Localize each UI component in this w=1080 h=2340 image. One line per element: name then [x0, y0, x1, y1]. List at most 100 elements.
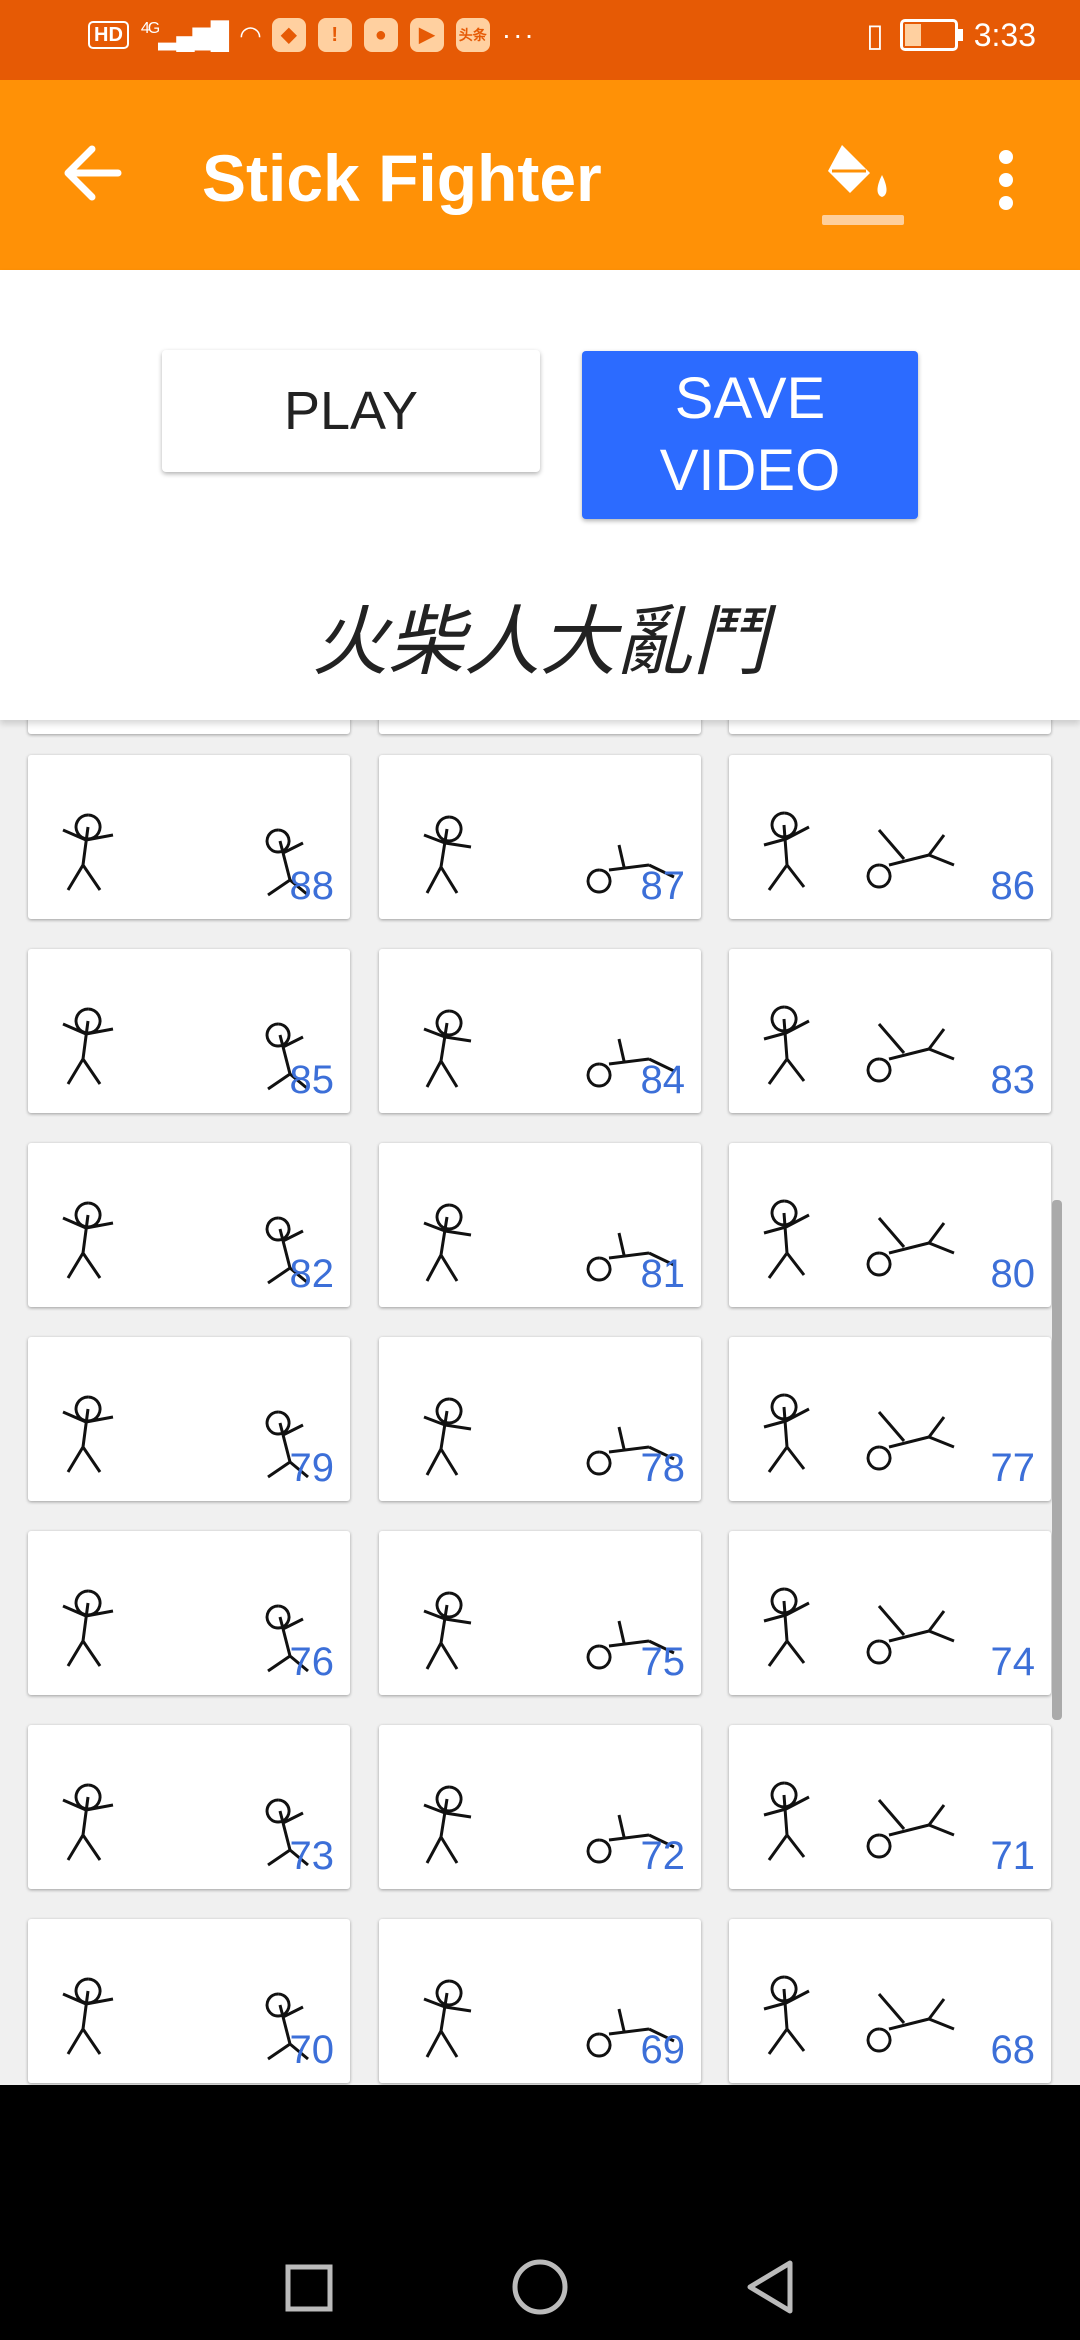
- frame-thumbnail[interactable]: 88: [28, 755, 350, 919]
- frame-number: 81: [640, 1252, 686, 1296]
- app-title: Stick Fighter: [202, 141, 602, 215]
- movie-title[interactable]: 火柴人大亂鬥: [0, 580, 1080, 690]
- hd-badge: HD: [88, 21, 129, 49]
- frame-thumbnail[interactable]: 80: [729, 1143, 1051, 1307]
- frame-number: 69: [640, 2028, 686, 2072]
- fill-color-button[interactable]: [820, 135, 910, 225]
- frame-number: 79: [289, 1446, 335, 1490]
- frame-thumbnail[interactable]: 69: [379, 1919, 701, 2083]
- overflow-menu-button[interactable]: [980, 140, 1030, 220]
- frame-number: 84: [640, 1058, 686, 1102]
- fighter-figure: [62, 1395, 114, 1473]
- opponent-figure: [866, 829, 955, 889]
- fighter-figure: [62, 1007, 114, 1085]
- frame-thumbnail[interactable]: 86: [729, 755, 1051, 919]
- frame-thumbnail-partial[interactable]: [379, 720, 701, 734]
- home-circle-icon: [512, 2259, 568, 2315]
- status-icons-left: HD 4G▂▄▆█ ◠ ◆ ! ● ▶ 头条 ···: [88, 18, 536, 52]
- opponent-figure: [866, 1411, 955, 1471]
- opponent-figure: [866, 1993, 955, 2053]
- frame-number: 80: [990, 1252, 1036, 1296]
- fighter-figure: [423, 1591, 472, 1670]
- frame-number: 71: [990, 1834, 1036, 1878]
- frame-thumbnail[interactable]: 83: [729, 949, 1051, 1113]
- video-notification-icon: ▶: [409, 18, 444, 52]
- recents-square-icon: [285, 2264, 333, 2312]
- save-video-label: SAVE VIDEO: [659, 366, 841, 503]
- frame-thumbnail[interactable]: 72: [379, 1725, 701, 1889]
- clock: 3:33: [973, 16, 1036, 53]
- app-bar: Stick Fighter: [0, 80, 1080, 270]
- frame-number: 77: [990, 1446, 1036, 1490]
- frame-thumbnail[interactable]: 77: [729, 1337, 1051, 1501]
- status-icons-right: ▯ 3:33: [866, 16, 1036, 54]
- arrow-left-icon: [64, 145, 122, 201]
- system-nav-bar: [0, 2085, 1080, 2340]
- menu-dot-icon: [999, 196, 1013, 210]
- frame-thumbnail[interactable]: 76: [28, 1531, 350, 1695]
- frame-grid: 88 87 86 85 84 83 82 81 80 79 78 77 76 75 74 73 72 71 70 69…: [0, 720, 1080, 2085]
- frame-thumbnail[interactable]: 70: [28, 1919, 350, 2083]
- alert-notification-icon: !: [317, 18, 352, 52]
- recents-button[interactable]: [268, 2247, 348, 2327]
- frame-thumbnail-partial[interactable]: [28, 720, 350, 734]
- opponent-figure: [866, 1799, 955, 1859]
- home-button[interactable]: [500, 2247, 580, 2327]
- fighter-figure: [62, 1977, 114, 2055]
- frame-thumbnail[interactable]: 78: [379, 1337, 701, 1501]
- frame-number: 74: [990, 1640, 1036, 1684]
- frame-thumbnail[interactable]: 87: [379, 755, 701, 919]
- status-bar: HD 4G▂▄▆█ ◠ ◆ ! ● ▶ 头条 ··· ▯ 3:33: [0, 0, 1080, 80]
- frame-thumbnail[interactable]: 82: [28, 1143, 350, 1307]
- opponent-figure: [866, 1605, 955, 1665]
- color-swatch-bar: [822, 215, 904, 225]
- menu-dot-icon: [999, 173, 1013, 187]
- fighter-figure: [62, 1783, 114, 1861]
- fighter-figure: [62, 1201, 114, 1279]
- fighter-figure: [423, 815, 472, 894]
- fighter-figure: [763, 1393, 810, 1473]
- toutiao-notification-icon: 头条: [455, 18, 490, 52]
- fighter-figure: [423, 1397, 472, 1476]
- fighter-figure: [423, 1203, 472, 1282]
- scrollbar-thumb[interactable]: [1052, 1200, 1062, 1720]
- fighter-figure: [423, 1009, 472, 1088]
- frame-number: 78: [640, 1446, 686, 1490]
- fighter-figure: [423, 1785, 472, 1864]
- fighter-figure: [423, 1979, 472, 2058]
- frame-thumbnail[interactable]: 73: [28, 1725, 350, 1889]
- frame-number: 86: [990, 864, 1036, 908]
- frame-thumbnail[interactable]: 71: [729, 1725, 1051, 1889]
- opponent-figure: [866, 1217, 955, 1277]
- frame-thumbnail[interactable]: 75: [379, 1531, 701, 1695]
- control-panel: PLAY SAVE VIDEO 火柴人大亂鬥: [0, 270, 1080, 720]
- frame-number: 73: [289, 1834, 335, 1878]
- back-nav-button[interactable]: [730, 2247, 810, 2327]
- frame-thumbnail[interactable]: 85: [28, 949, 350, 1113]
- fighter-figure: [62, 1589, 114, 1667]
- back-triangle-icon: [747, 2260, 793, 2314]
- vibrate-icon: ▯: [866, 17, 884, 53]
- battery-icon: [899, 19, 963, 51]
- fighter-figure: [763, 1199, 810, 1279]
- frame-thumbnail[interactable]: 84: [379, 949, 701, 1113]
- signal-4g-icon: 4G▂▄▆█: [140, 19, 229, 50]
- game-notification-icon: ●: [363, 18, 398, 52]
- frame-number: 72: [640, 1834, 686, 1878]
- frame-thumbnail[interactable]: 68: [729, 1919, 1051, 2083]
- fighter-figure: [763, 1975, 810, 2055]
- fighter-figure: [62, 813, 114, 891]
- fighter-figure: [763, 1781, 810, 1861]
- frame-thumbnail[interactable]: 74: [729, 1531, 1051, 1695]
- opponent-figure: [866, 1023, 955, 1083]
- frame-thumbnail-partial[interactable]: [729, 720, 1051, 734]
- network-type-label: 4G: [140, 19, 160, 37]
- fighter-figure: [763, 1005, 810, 1085]
- frame-thumbnail[interactable]: 81: [379, 1143, 701, 1307]
- play-button[interactable]: PLAY: [162, 350, 540, 472]
- wifi-icon: ◠: [239, 19, 262, 50]
- back-button[interactable]: [50, 135, 140, 215]
- save-video-button[interactable]: SAVE VIDEO: [582, 351, 918, 519]
- frame-thumbnail[interactable]: 79: [28, 1337, 350, 1501]
- frame-number: 76: [289, 1640, 335, 1684]
